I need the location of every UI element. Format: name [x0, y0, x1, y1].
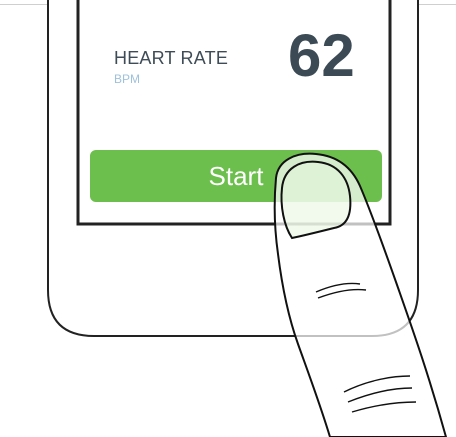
heart-rate-value: 62: [288, 22, 355, 89]
phone-screen: HEART RATE BPM 62 Start: [80, 0, 390, 224]
heart-rate-label: HEART RATE: [114, 48, 229, 68]
tap-illustration: HEART RATE BPM 62 Start: [0, 0, 456, 437]
bpm-unit-label: BPM: [114, 72, 141, 86]
start-button[interactable]: Start: [90, 150, 382, 202]
